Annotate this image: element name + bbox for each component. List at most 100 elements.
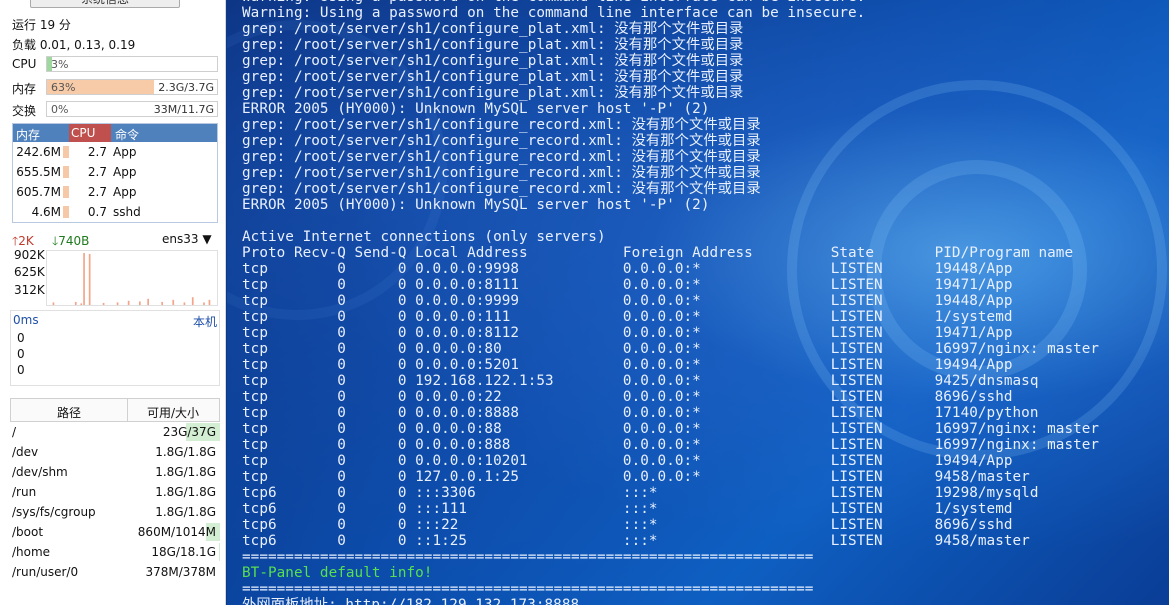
terminal-line: grep: /root/server/sh1/configure_plat.xm…: [242, 69, 744, 85]
disk-path: /run/user/0: [12, 565, 79, 579]
col-command-header[interactable]: 命令: [115, 126, 139, 143]
terminal-line: tcp 0 0 0.0.0.0:9998 0.0.0.0:* LISTEN 19…: [242, 261, 1013, 277]
cpu-usage-row: CPU 3%: [12, 56, 218, 72]
network-traffic-bar: [127, 300, 130, 305]
disk-size: 860M/1014M: [137, 525, 216, 539]
network-traffic-bar: [139, 301, 141, 305]
network-traffic-bar: [161, 301, 163, 305]
system-info-button[interactable]: 系统信息: [30, 0, 180, 8]
disk-path: /: [12, 425, 17, 439]
disk-path: /boot: [12, 525, 44, 539]
disk-row[interactable]: /run/user/0 378M/378M: [10, 562, 220, 582]
network-traffic-svg: [52, 253, 211, 305]
disk-path: /sys/fs/cgroup: [12, 505, 96, 519]
network-traffic-bar: [74, 301, 77, 305]
uptime-text: 运行 19 分: [12, 18, 71, 32]
disk-size: 1.8G/1.8G: [155, 445, 216, 459]
process-row[interactable]: 4.6M 0.7 sshd: [13, 202, 217, 222]
network-traffic-bar: [102, 302, 105, 305]
disk-row[interactable]: / 23G/37G: [10, 422, 220, 442]
terminal-line: tcp6 0 0 :::22 :::* LISTEN 8696/sshd: [242, 517, 1013, 533]
terminal-line: tcp 0 0 0.0.0.0:88 0.0.0.0:* LISTEN 1699…: [242, 421, 1100, 437]
process-memory-indicator: [63, 186, 69, 198]
memory-label: 内存: [12, 82, 37, 96]
disk-size: 18G/18.1G: [151, 545, 216, 559]
terminal-line: tcp 0 0 0.0.0.0:10201 0.0.0.0:* LISTEN 1…: [242, 453, 1013, 469]
terminal-line: 外网面板地址: http://182.129.132.173:8888: [242, 597, 580, 605]
col-cpu-header[interactable]: CPU: [69, 124, 111, 142]
terminal-line: tcp6 0 0 :::3306 :::* LISTEN 19298/mysql…: [242, 485, 1039, 501]
disk-size: 1.8G/1.8G: [155, 485, 216, 499]
interface-name: ens33: [162, 232, 199, 246]
disk-path: /run: [12, 485, 37, 499]
disk-row[interactable]: /sys/fs/cgroup 1.8G/1.8G: [10, 502, 220, 522]
memory-usage-row: 内存 63% 2.3G/3.7G: [12, 79, 218, 96]
col-path-header[interactable]: 路径: [57, 404, 81, 421]
terminal-line: Active Internet connections (only server…: [242, 229, 606, 245]
terminal-line: tcp 0 0 0.0.0.0:80 0.0.0.0:* LISTEN 1699…: [242, 341, 1100, 357]
swap-value: 33M/11.7G: [153, 103, 214, 116]
disk-row[interactable]: /run 1.8G/1.8G: [10, 482, 220, 502]
terminal-line: grep: /root/server/sh1/configure_record.…: [242, 117, 761, 133]
terminal-line: grep: /root/server/sh1/configure_plat.xm…: [242, 85, 744, 101]
col-memory-header[interactable]: 内存: [16, 126, 40, 143]
cpu-percent: 3%: [51, 58, 69, 71]
ping-value: 0: [17, 347, 25, 361]
terminal-line: Warning: Using a password on the command…: [242, 5, 866, 21]
col-size-header[interactable]: 可用/大小: [147, 404, 199, 421]
network-traffic-bar: [116, 302, 119, 305]
memory-usage-bar: 63% 2.3G/3.7G: [46, 79, 218, 95]
process-row[interactable]: 605.7M 2.7 App: [13, 182, 217, 202]
net-y-label-low: 312K: [14, 283, 45, 297]
disk-row[interactable]: /home 18G/18.1G: [10, 542, 220, 562]
interface-select[interactable]: ens33 ▼: [162, 232, 212, 246]
terminal-line: tcp 0 0 0.0.0.0:5201 0.0.0.0:* LISTEN 19…: [242, 357, 1013, 373]
cpu-usage-bar: 3%: [46, 56, 218, 72]
process-row[interactable]: 242.6M 2.7 App: [13, 142, 217, 162]
process-row[interactable]: 655.5M 2.7 App: [13, 162, 217, 182]
terminal-line: tcp 0 0 0.0.0.0:9999 0.0.0.0:* LISTEN 19…: [242, 293, 1013, 309]
process-command: sshd: [113, 205, 141, 219]
terminal-window[interactable]: Warning: Using a password on the command…: [227, 0, 1169, 605]
terminal-line: tcp 0 0 127.0.0.1:25 0.0.0.0:* LISTEN 94…: [242, 469, 1030, 485]
swap-percent: 0%: [51, 103, 69, 116]
disk-table: 路径 可用/大小 / 23G/37G/dev 1.8G/1.8G/dev/shm 1.…: [10, 398, 220, 588]
disk-row[interactable]: /boot 860M/1014M: [10, 522, 220, 542]
memory-percent: 63%: [51, 81, 76, 94]
network-traffic-bar: [172, 299, 175, 305]
terminal-line: tcp 0 0 0.0.0.0:8888 0.0.0.0:* LISTEN 17…: [242, 405, 1039, 421]
terminal-line: ========================================…: [242, 549, 814, 565]
ping-value: 0: [17, 363, 25, 377]
network-traffic-bar: [203, 302, 205, 305]
process-cpu: 0.7: [87, 205, 107, 219]
process-cpu: 2.7: [87, 165, 107, 179]
net-y-label-high: 902K: [14, 248, 45, 262]
network-traffic-bar: [52, 302, 55, 305]
process-command: App: [113, 145, 137, 159]
terminal-line: tcp 0 0 0.0.0.0:888 0.0.0.0:* LISTEN 169…: [242, 437, 1100, 453]
network-traffic-bar: [191, 297, 194, 305]
process-command: App: [113, 165, 137, 179]
process-table: 内存 CPU 命令 242.6M 2.7 App 655.5M 2.7 App 605.7M…: [12, 123, 218, 223]
process-cpu: 2.7: [87, 185, 107, 199]
process-memory-indicator: [63, 206, 69, 218]
terminal-line: tcp 0 0 0.0.0.0:8112 0.0.0.0:* LISTEN 19…: [242, 325, 1013, 341]
terminal-line: grep: /root/server/sh1/configure_plat.xm…: [242, 53, 744, 69]
disk-row[interactable]: /dev/shm 1.8G/1.8G: [10, 462, 220, 482]
swap-usage-row: 交换 0% 33M/11.7G: [12, 101, 218, 118]
cpu-label: CPU: [12, 57, 37, 71]
process-command: App: [113, 185, 137, 199]
disk-row[interactable]: /dev 1.8G/1.8G: [10, 442, 220, 462]
terminal-line: grep: /root/server/sh1/configure_record.…: [242, 133, 761, 149]
disk-table-header: 路径 可用/大小: [10, 398, 220, 422]
ping-latency: 0ms: [13, 313, 39, 327]
process-table-header: 内存 CPU 命令: [13, 124, 217, 142]
net-y-label-mid: 625K: [14, 265, 45, 279]
disk-size: 378M/378M: [145, 565, 216, 579]
terminal-line: Proto Recv-Q Send-Q Local Address Foreig…: [242, 245, 1074, 261]
ping-host[interactable]: 本机: [193, 313, 217, 330]
network-traffic-bar: [80, 303, 83, 305]
disk-usage-fill: [219, 543, 220, 561]
process-memory: 605.7M: [16, 185, 61, 199]
terminal-line: grep: /root/server/sh1/configure_plat.xm…: [242, 21, 744, 37]
